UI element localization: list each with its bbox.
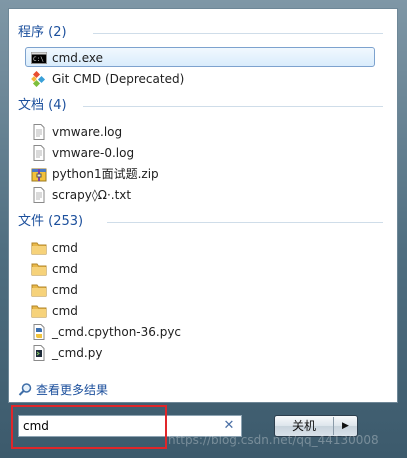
folder-icon <box>31 242 47 255</box>
group-title-files[interactable]: 文件 (253) <box>18 212 83 232</box>
result-cmd-pyc[interactable]: _cmd.cpython-36.pyc <box>25 321 375 341</box>
group-divider <box>83 106 383 107</box>
result-label: cmd <box>52 304 78 318</box>
python-file-icon <box>33 345 45 361</box>
folder-icon <box>31 284 47 297</box>
see-more-results-link[interactable]: 查看更多结果 <box>18 381 108 399</box>
result-label: scrapy◊Ω·.txt <box>52 188 132 202</box>
result-label: python1面试题.zip <box>52 167 159 181</box>
search-icon <box>18 383 32 396</box>
python-compiled-icon <box>33 324 45 340</box>
watermark: https://blog.csdn.net/qq_44130008 <box>168 433 379 447</box>
git-icon <box>31 71 46 87</box>
svg-text:C:\: C:\ <box>33 56 44 63</box>
see-more-label: 查看更多结果 <box>36 383 109 397</box>
result-label: _cmd.py <box>52 346 103 360</box>
group-divider <box>93 33 383 34</box>
cmd-console-icon: C:\ <box>31 52 47 64</box>
result-vmware-0-log[interactable]: vmware-0.log <box>25 142 375 162</box>
folder-icon <box>31 305 47 318</box>
result-label: _cmd.cpython-36.pyc <box>52 325 182 339</box>
folder-icon <box>31 263 47 276</box>
result-folder-cmd-2[interactable]: cmd <box>25 258 375 278</box>
text-file-icon <box>33 145 45 161</box>
result-folder-cmd-1[interactable]: cmd <box>25 237 375 257</box>
search-results-panel: 程序 (2) C:\ cmd.exe Git CMD (Deprecated) … <box>8 8 398 403</box>
result-python-zip[interactable]: python1面试题.zip <box>25 163 375 183</box>
result-git-cmd[interactable]: Git CMD (Deprecated) <box>25 68 375 88</box>
result-label: Git CMD (Deprecated) <box>52 72 185 86</box>
result-label: cmd <box>52 262 78 276</box>
result-cmd-py[interactable]: _cmd.py <box>25 342 375 362</box>
start-menu-window: 程序 (2) C:\ cmd.exe Git CMD (Deprecated) … <box>0 0 407 458</box>
result-label: vmware-0.log <box>52 146 135 160</box>
result-label: cmd <box>52 283 78 297</box>
group-divider <box>107 222 383 223</box>
zip-archive-icon <box>31 168 47 182</box>
text-file-icon <box>33 187 45 203</box>
group-title-programs[interactable]: 程序 (2) <box>18 23 67 43</box>
result-label: cmd.exe <box>52 51 104 65</box>
close-icon[interactable]: ✕ <box>222 418 236 434</box>
annotation-highlight-box <box>11 405 167 449</box>
group-title-documents[interactable]: 文档 (4) <box>18 96 67 116</box>
result-vmware-log[interactable]: vmware.log <box>25 121 375 141</box>
result-folder-cmd-4[interactable]: cmd <box>25 300 375 320</box>
result-cmd-exe[interactable]: C:\ cmd.exe <box>25 47 375 67</box>
result-folder-cmd-3[interactable]: cmd <box>25 279 375 299</box>
result-label: vmware.log <box>52 125 123 139</box>
text-file-icon <box>33 124 45 140</box>
result-scrapy-txt[interactable]: scrapy◊Ω·.txt <box>25 184 375 204</box>
result-label: cmd <box>52 241 78 255</box>
